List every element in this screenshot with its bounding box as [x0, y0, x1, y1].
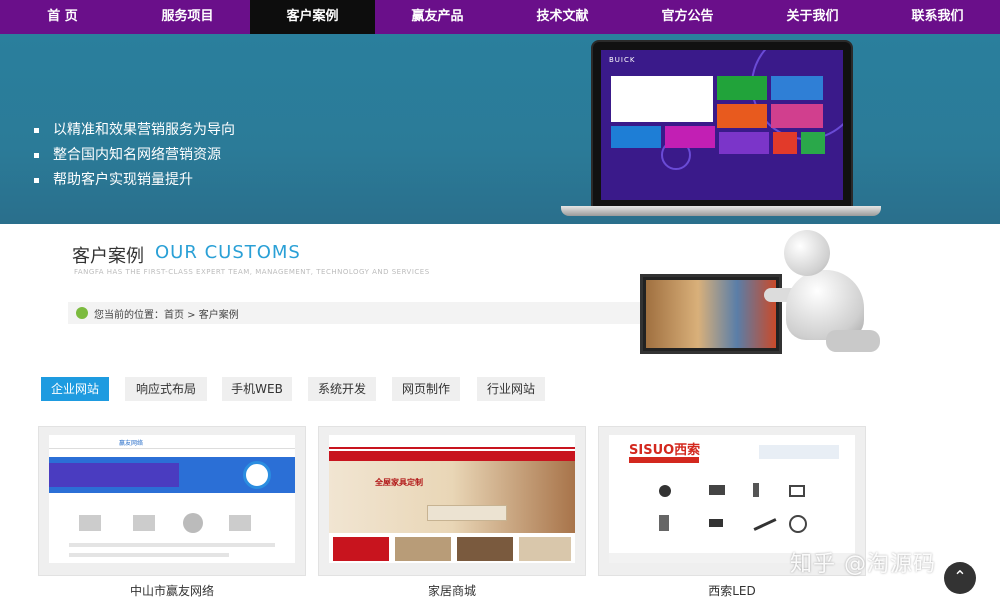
thumb-product [789, 515, 807, 533]
thumb-line [69, 553, 229, 557]
screen-logo: BUICK [609, 56, 636, 64]
divider [24, 328, 694, 360]
figure-illustration [636, 226, 886, 360]
screen-tile [773, 132, 797, 154]
case-thumbnail[interactable]: 赢友网络 [49, 435, 295, 563]
thumb-header [329, 435, 575, 449]
section-title: 客户案例 [72, 246, 144, 267]
case-card-title[interactable]: 中山市赢友网络 [38, 582, 306, 599]
thumb-banner [329, 461, 575, 533]
nav-item-about[interactable]: 关于我们 [750, 0, 875, 34]
nav-item-services[interactable]: 服务项目 [125, 0, 250, 34]
thumb-block [395, 537, 451, 561]
monitor-image [646, 280, 776, 348]
thumb-product [659, 515, 669, 531]
thumb-product [709, 485, 725, 495]
nav-item-contact[interactable]: 联系我们 [875, 0, 1000, 34]
thumb-badge [243, 461, 271, 489]
screen-tile [665, 126, 715, 148]
section-title-en: OUR CUSTOMS [155, 242, 301, 263]
thumb-banner-block [49, 463, 179, 487]
screen-tile [801, 132, 825, 154]
figure-leg [826, 330, 880, 352]
bullet-icon [34, 177, 39, 183]
tab-corporate[interactable]: 企业网站 [41, 377, 109, 401]
screen-tile [611, 76, 713, 122]
monitor-illustration [640, 274, 782, 354]
thumb-product [659, 485, 671, 497]
thumb-block [457, 537, 513, 561]
breadcrumb: 您当前的位置：首页 > 客户案例 [68, 302, 680, 324]
location-icon [76, 307, 88, 319]
tab-industry[interactable]: 行业网站 [477, 377, 545, 401]
nav-item-docs[interactable]: 技术文献 [500, 0, 625, 34]
thumb-icon [133, 515, 155, 531]
laptop-screen: BUICK [601, 50, 843, 200]
tab-mobile-web[interactable]: 手机WEB [222, 377, 292, 401]
laptop-illustration: BUICK [561, 40, 881, 220]
top-nav: 首 页 服务项目 客户案例 赢友产品 技术文献 官方公告 关于我们 联系我们 [0, 0, 1000, 34]
thumb-sofa [427, 505, 507, 521]
tab-system-dev[interactable]: 系统开发 [308, 377, 376, 401]
banner-point: 帮助客户实现销量提升 [34, 168, 235, 193]
laptop-base [561, 206, 881, 216]
thumb-product [753, 518, 777, 531]
bullet-icon [34, 152, 39, 158]
section-subtitle: FANGFA HAS THE FIRST-CLASS EXPERT TEAM, … [74, 268, 430, 276]
case-thumbnail[interactable]: SISUO西索 [609, 435, 855, 563]
screen-tile [717, 76, 767, 100]
laptop-lid: BUICK [591, 40, 853, 208]
case-card-title[interactable]: 西索LED [598, 582, 866, 599]
hero-banner: 以精准和效果营销服务为导向 整合国内知名网络营销资源 帮助客户实现销量提升 BU… [0, 34, 1000, 224]
case-card-title[interactable]: 家居商城 [318, 582, 586, 599]
breadcrumb-text[interactable]: 您当前的位置：首页 > 客户案例 [94, 306, 239, 321]
thumb-block [519, 537, 571, 561]
banner-point: 以精准和效果营销服务为导向 [34, 118, 235, 143]
thumb-brand: 赢友网络 [119, 440, 144, 447]
screen-tile [771, 76, 823, 100]
thumb-product [753, 483, 759, 497]
thumb-block [333, 537, 389, 561]
case-thumbnail[interactable]: 全屋家具定制 [329, 435, 575, 563]
thumb-brand: SISUO西索 [629, 443, 701, 458]
screen-tile [717, 104, 767, 128]
tab-responsive[interactable]: 响应式布局 [125, 377, 207, 401]
thumb-strip [759, 445, 839, 459]
screen-tile [611, 126, 661, 148]
thumb-nav [329, 451, 575, 461]
thumb-product [709, 519, 723, 527]
back-to-top-button[interactable]: ⌃ [944, 562, 976, 594]
banner-point: 整合国内知名网络营销资源 [34, 143, 235, 168]
case-card[interactable]: 赢友网络 [38, 426, 306, 576]
screen-tile [771, 104, 823, 128]
thumb-header [49, 435, 295, 449]
thumb-product [789, 485, 805, 497]
thumb-line [69, 543, 275, 547]
thumb-brand: 全屋家具定制 [375, 478, 423, 487]
thumb-icon [183, 513, 203, 533]
watermark-text: 知乎 @淘源码 [790, 552, 936, 577]
nav-item-notices[interactable]: 官方公告 [625, 0, 750, 34]
nav-item-cases[interactable]: 客户案例 [250, 0, 375, 34]
case-card[interactable]: 全屋家具定制 [318, 426, 586, 576]
tab-web-design[interactable]: 网页制作 [392, 377, 460, 401]
chevron-up-icon: ⌃ [953, 567, 967, 586]
nav-item-products[interactable]: 赢友产品 [375, 0, 500, 34]
figure-head [784, 230, 830, 276]
thumb-icon [229, 515, 251, 531]
thumb-icon [79, 515, 101, 531]
screen-tile [719, 132, 769, 154]
bullet-icon [34, 127, 39, 133]
thumb-tagline [629, 457, 699, 463]
nav-item-home[interactable]: 首 页 [0, 0, 125, 34]
banner-points: 以精准和效果营销服务为导向 整合国内知名网络营销资源 帮助客户实现销量提升 [34, 118, 235, 193]
